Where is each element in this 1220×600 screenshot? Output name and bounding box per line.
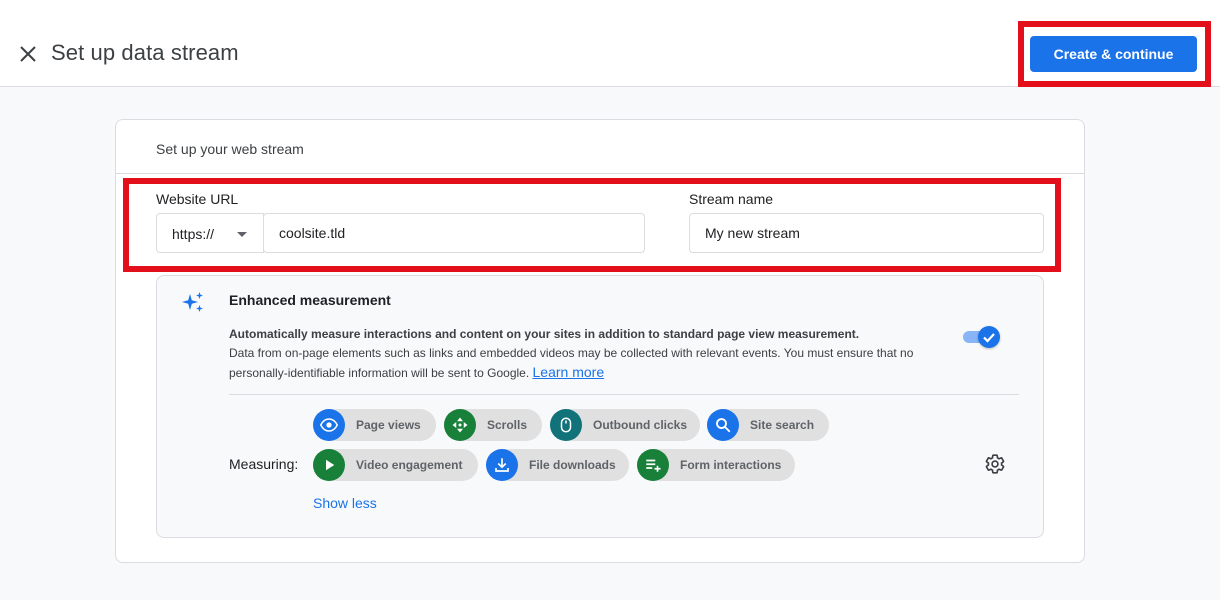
create-continue-button[interactable]: Create & continue bbox=[1030, 36, 1197, 72]
card-title: Set up your web stream bbox=[156, 141, 304, 157]
measuring-label: Measuring: bbox=[229, 456, 299, 472]
eye-icon bbox=[313, 409, 345, 441]
search-icon bbox=[707, 409, 739, 441]
chip-video-engagement[interactable]: Video engagement bbox=[313, 449, 478, 481]
close-icon[interactable] bbox=[16, 42, 40, 66]
chip-page-views[interactable]: Page views bbox=[313, 409, 436, 441]
sparkle-icon bbox=[182, 292, 203, 312]
enhanced-measurement-toggle[interactable] bbox=[962, 325, 1002, 349]
chip-label: File downloads bbox=[529, 458, 616, 472]
learn-more-link[interactable]: Learn more bbox=[533, 364, 605, 380]
toggle-knob bbox=[978, 326, 1000, 348]
play-icon bbox=[313, 449, 345, 481]
chip-outbound-clicks[interactable]: Outbound clicks bbox=[550, 409, 700, 441]
chip-file-downloads[interactable]: File downloads bbox=[486, 449, 629, 481]
download-icon bbox=[486, 449, 518, 481]
show-less-link[interactable]: Show less bbox=[313, 495, 377, 511]
chip-scrolls[interactable]: Scrolls bbox=[444, 409, 542, 441]
chip-label: Outbound clicks bbox=[593, 418, 688, 432]
chip-label: Form interactions bbox=[680, 458, 782, 472]
page-title: Set up data stream bbox=[51, 40, 239, 65]
chip-label: Page views bbox=[356, 418, 421, 432]
card-header: Set up your web stream bbox=[116, 120, 1084, 174]
chip-label: Video engagement bbox=[356, 458, 463, 472]
gear-icon[interactable] bbox=[984, 453, 1006, 475]
chip-site-search[interactable]: Site search bbox=[707, 409, 829, 441]
chip-label: Scrolls bbox=[487, 418, 528, 432]
mouse-icon bbox=[550, 409, 582, 441]
enhanced-measurement-title: Enhanced measurement bbox=[229, 292, 391, 308]
check-icon bbox=[983, 333, 995, 343]
scroll-icon bbox=[444, 409, 476, 441]
form-icon bbox=[637, 449, 669, 481]
highlight-box bbox=[123, 178, 1061, 272]
chip-label: Site search bbox=[750, 418, 815, 432]
enhanced-measurement-panel bbox=[156, 275, 1044, 538]
enhanced-measurement-summary: Automatically measure interactions and c… bbox=[229, 327, 860, 341]
divider bbox=[229, 394, 1019, 395]
chip-form-interactions[interactable]: Form interactions bbox=[637, 449, 795, 481]
enhanced-measurement-description: Data from on-page elements such as links… bbox=[229, 344, 959, 383]
